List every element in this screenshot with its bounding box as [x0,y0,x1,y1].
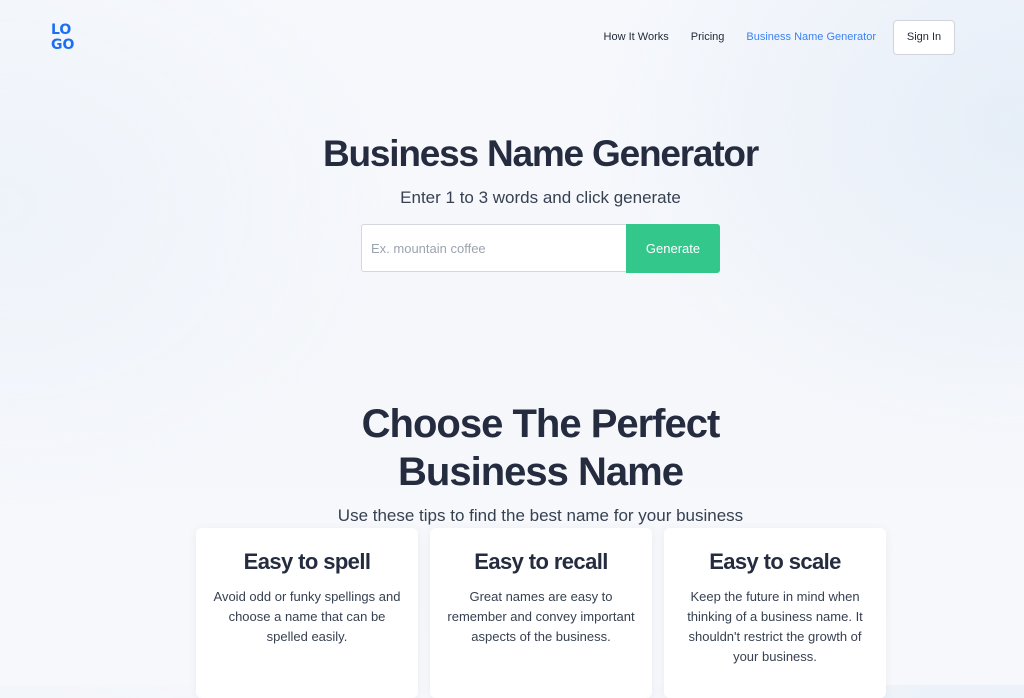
tip-card-spell: Easy to spell Avoid odd or funky spellin… [196,528,418,698]
generate-button[interactable]: Generate [626,224,720,273]
page-subtitle: Enter 1 to 3 words and click generate [400,188,681,207]
top-nav: How It Works Pricing Business Name Gener… [582,19,955,55]
tip-card-body: Avoid odd or funky spellings and choose … [213,589,401,644]
nav-how-it-works[interactable]: How It Works [604,19,669,55]
tip-card-body: Great names are easy to remember and con… [447,589,635,644]
logo[interactable]: LO GO [51,23,81,53]
tips-heading: Choose The Perfect Business Name [0,400,1024,496]
tips-heading-line1: Choose The Perfect [361,402,721,446]
nav-pricing[interactable]: Pricing [691,19,725,55]
logo-text-top: LO [51,22,72,38]
tip-card-scale: Easy to scale Keep the future in mind wh… [664,528,886,698]
tips-subtitle: Use these tips to find the best name for… [337,506,744,525]
tip-card-recall: Easy to recall Great names are easy to r… [430,528,652,698]
tip-card-title: Easy to scale [709,549,841,574]
page-title: Business Name Generator [322,133,759,174]
nav-business-name-generator[interactable]: Business Name Generator [746,19,876,55]
tip-card-title: Easy to spell [243,549,371,574]
tips-heading-line2: Business Name [398,450,684,494]
business-keyword-input[interactable] [361,224,627,272]
logo-text-bottom: GO [51,37,75,53]
sign-in-button[interactable]: Sign In [893,19,955,55]
tip-card-title: Easy to recall [474,549,608,574]
tip-card-body: Keep the future in mind when thinking of… [687,589,863,664]
